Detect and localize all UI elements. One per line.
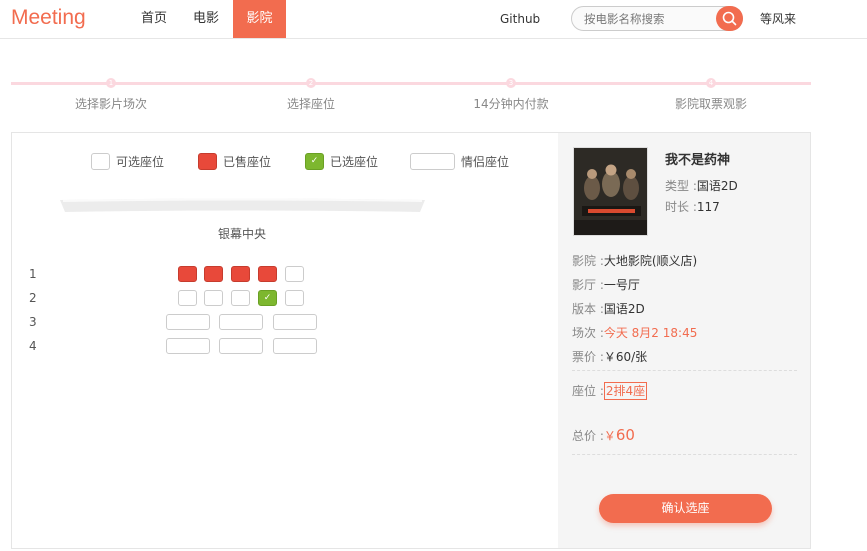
search-box <box>571 6 743 31</box>
order-summary-panel: 我不是药神 类型 :国语2D 时长 :117 影院 :大地影院(顺义店) 影厅 … <box>558 133 810 548</box>
couple-seat-3-2[interactable] <box>219 314 263 330</box>
search-icon <box>722 11 737 26</box>
user-name[interactable]: 等风来 <box>760 0 796 38</box>
screen-center-label: 银幕中央 <box>218 227 267 241</box>
couple-seat-4-1[interactable] <box>166 338 210 354</box>
selected-seat-tag[interactable]: 2排4座 <box>603 382 648 400</box>
couple-seat-4-3[interactable] <box>273 338 317 354</box>
seat-selection-area: 可选座位 已售座位 ✓ 已选座位 情侣座位 银幕中央 1 2 3 4 ✓ 我不是… <box>11 132 811 549</box>
row-label-3: 3 <box>29 315 37 329</box>
row-label-4: 4 <box>29 339 37 353</box>
order-hall-value: 一号厅 <box>603 278 640 292</box>
logo[interactable]: Meeting <box>11 6 86 30</box>
seat-2-4-selected[interactable]: ✓ <box>258 290 277 306</box>
nav-home[interactable]: 首页 <box>138 0 170 38</box>
progress-steps: 1 2 3 4 选择影片场次 选择座位 14分钟内付款 影院取票观影 <box>11 75 811 115</box>
confirm-seat-button[interactable]: 确认选座 <box>599 494 772 523</box>
legend-selected-label: 已选座位 <box>330 155 379 169</box>
legend-available-icon <box>91 153 110 170</box>
couple-seat-3-1[interactable] <box>166 314 210 330</box>
legend-selected-icon: ✓ <box>305 153 324 170</box>
legend-couple-label: 情侣座位 <box>461 155 510 169</box>
order-seat-key: 座位 : <box>572 384 604 398</box>
order-showtime: 场次 :今天 8月2 18:45 <box>572 324 697 341</box>
movie-type-value: 国语2D <box>696 179 738 193</box>
order-total-key: 总价 : <box>572 429 604 443</box>
search-button[interactable] <box>716 6 743 31</box>
search-input[interactable] <box>584 11 714 27</box>
order-showtime-value: 今天 8月2 18:45 <box>603 326 698 340</box>
poster-art <box>574 148 647 235</box>
seat-2-2[interactable] <box>204 290 223 306</box>
step-label-4: 影院取票观影 <box>674 97 747 111</box>
seat-1-1-sold <box>178 266 197 282</box>
seat-1-4-sold <box>258 266 277 282</box>
github-link[interactable]: Github <box>500 0 540 38</box>
seat-1-2-sold <box>204 266 223 282</box>
seat-2-5[interactable] <box>285 290 304 306</box>
order-version-key: 版本 : <box>572 302 604 316</box>
seat-1-5[interactable] <box>285 266 304 282</box>
order-hall-key: 影厅 : <box>572 278 604 292</box>
step-label-3: 14分钟内付款 <box>473 97 549 111</box>
divider-2 <box>572 454 797 455</box>
seat-2-3[interactable] <box>231 290 250 306</box>
couple-seat-4-2[interactable] <box>219 338 263 354</box>
nav-cinemas[interactable]: 影院 <box>233 0 286 38</box>
order-price-value: ￥60/张 <box>603 350 648 364</box>
divider-1 <box>572 370 797 371</box>
top-header: Meeting 首页 电影 影院 Github 等风来 <box>0 0 867 39</box>
step-dot-3: 3 <box>506 78 516 88</box>
order-price-key: 票价 : <box>572 350 604 364</box>
step-dot-4: 4 <box>706 78 716 88</box>
couple-seat-3-3[interactable] <box>273 314 317 330</box>
order-hall: 影厅 :一号厅 <box>572 276 640 293</box>
movie-title: 我不是药神 <box>665 153 731 168</box>
movie-type-key: 类型 : <box>665 179 697 193</box>
legend-available-label: 可选座位 <box>116 155 165 169</box>
order-version-value: 国语2D <box>603 302 645 316</box>
order-price: 票价 :￥60/张 <box>572 348 647 365</box>
step-label-1: 选择影片场次 <box>74 97 147 111</box>
order-total-value: 60 <box>615 426 635 444</box>
seat-1-3-sold <box>231 266 250 282</box>
order-version: 版本 :国语2D <box>572 300 645 317</box>
steps-line <box>11 82 811 85</box>
order-total-currency: ￥ <box>603 429 616 443</box>
cinema-screen <box>60 198 425 212</box>
legend-sold-icon <box>198 153 217 170</box>
seat-2-1[interactable] <box>178 290 197 306</box>
order-cinema-value: 大地影院(顺义店) <box>603 254 698 268</box>
nav-movies[interactable]: 电影 <box>190 0 222 38</box>
order-showtime-key: 场次 : <box>572 326 604 340</box>
order-seat: 座位 :2排4座 <box>572 382 648 400</box>
step-dot-2: 2 <box>306 78 316 88</box>
row-label-1: 1 <box>29 267 37 281</box>
step-label-2: 选择座位 <box>286 97 335 111</box>
row-label-2: 2 <box>29 291 37 305</box>
movie-duration-value: 117 <box>696 200 720 214</box>
movie-duration-key: 时长 : <box>665 200 697 214</box>
legend-couple-icon <box>410 153 455 170</box>
order-cinema: 影院 :大地影院(顺义店) <box>572 252 697 269</box>
movie-type: 类型 :国语2D <box>665 177 738 194</box>
movie-duration: 时长 :117 <box>665 198 720 215</box>
step-dot-1: 1 <box>106 78 116 88</box>
order-cinema-key: 影院 : <box>572 254 604 268</box>
legend-sold-label: 已售座位 <box>223 155 272 169</box>
movie-poster <box>573 147 648 236</box>
order-total: 总价 :￥60 <box>572 426 635 444</box>
